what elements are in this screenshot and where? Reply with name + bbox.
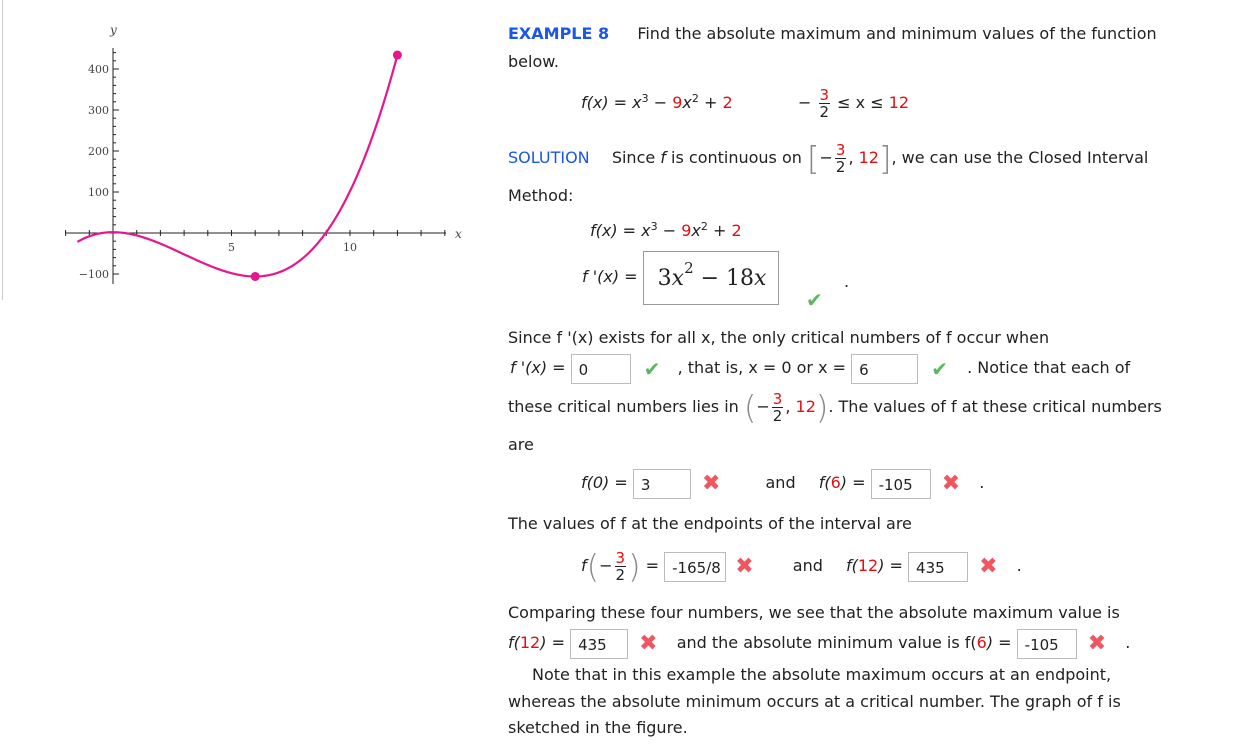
y-tick-label: 300 [88,104,109,117]
derivative-answer-box[interactable]: 3x2 − 18x [642,250,779,305]
critical-input-x[interactable]: 6 [851,353,919,384]
y-tick-label: 100 [88,186,109,199]
x-axis-label: x [455,227,462,241]
y-tick-label: 200 [88,145,109,158]
example-prompt: Find the absolute maximum and minimum va… [637,24,1157,43]
max-input[interactable]: 435 [570,628,629,659]
critical-values-row: f(0) = 3 ✖ and f(6) = -105 ✖ . [581,467,984,500]
x-tick-label: 5 [228,241,235,254]
solution-method: Method: [508,186,574,205]
f0-input[interactable]: 3 [632,468,691,499]
data-point [392,50,402,60]
example-prompt-cont: below. [508,52,559,71]
critical-interval-line: these critical numbers lies in (− 3 2, 12)… [508,388,1162,427]
endpoints-intro: The values of f at the endpoints of the … [508,514,912,533]
conclusion-row: f(12) = 435 ✖ and the absolute minimum v… [508,627,1130,660]
fneg-input[interactable]: -165/8 [664,551,727,582]
function-graph: x y 5 10 −100 100 200 300 400 [65,23,462,284]
fx-restated: f(x) = x3 − 9x2 + 2 [590,220,742,240]
cross-icon: ✖ [701,470,721,496]
check-icon: ✔ [931,356,948,381]
f6-input[interactable]: -105 [870,468,931,499]
note-line1: Note that in this example the absolute m… [532,665,1112,684]
data-point [250,271,260,281]
cross-icon: ✖ [735,553,754,579]
y-axis-label: y [109,23,117,37]
note-line2: whereas the absolute minimum occurs at a… [508,692,1121,711]
critical-intro: Since f '(x) exists for all x, the only … [508,328,1050,347]
y-tick-label: −100 [79,268,109,281]
endpoint-values-row: f(− 3 2) = -165/8 ✖ and f(12) = 435 ✖ . [581,547,1022,586]
x-tick-label: 10 [343,241,357,254]
cross-icon: ✖ [639,630,658,656]
example-label: EXAMPLE 8 [508,24,610,43]
y-tick-label: 400 [88,63,109,76]
period: . [844,272,850,291]
f12-input[interactable]: 435 [908,551,969,582]
function-domain: − 32 ≤ x ≤ 12 [798,86,910,121]
cross-icon: ✖ [979,553,998,579]
critical-are: are [508,435,534,454]
function-definition: f(x) = x3 − 9x2 + 2 [581,92,733,112]
fprime-row: f '(x) = 3x2 − 18x [582,250,779,305]
solution-label: SOLUTION [508,148,590,167]
min-input[interactable]: -105 [1016,628,1077,659]
note-line3: sketched in the figure. [508,718,688,737]
solution-line: SOLUTION Since f is continuous on [− 3 2, … [508,139,1149,178]
check-icon: ✔ [643,356,661,381]
critical-row: f '(x) = 0 ✔ , that is, x = 0 or x = 6 ✔… [510,352,1130,385]
critical-input-fprime[interactable]: 0 [570,353,631,384]
conclusion-intro: Comparing these four numbers, we see tha… [508,603,1120,622]
cross-icon: ✖ [941,470,961,496]
cross-icon: ✖ [1087,630,1107,656]
check-icon: ✔ [806,288,823,312]
